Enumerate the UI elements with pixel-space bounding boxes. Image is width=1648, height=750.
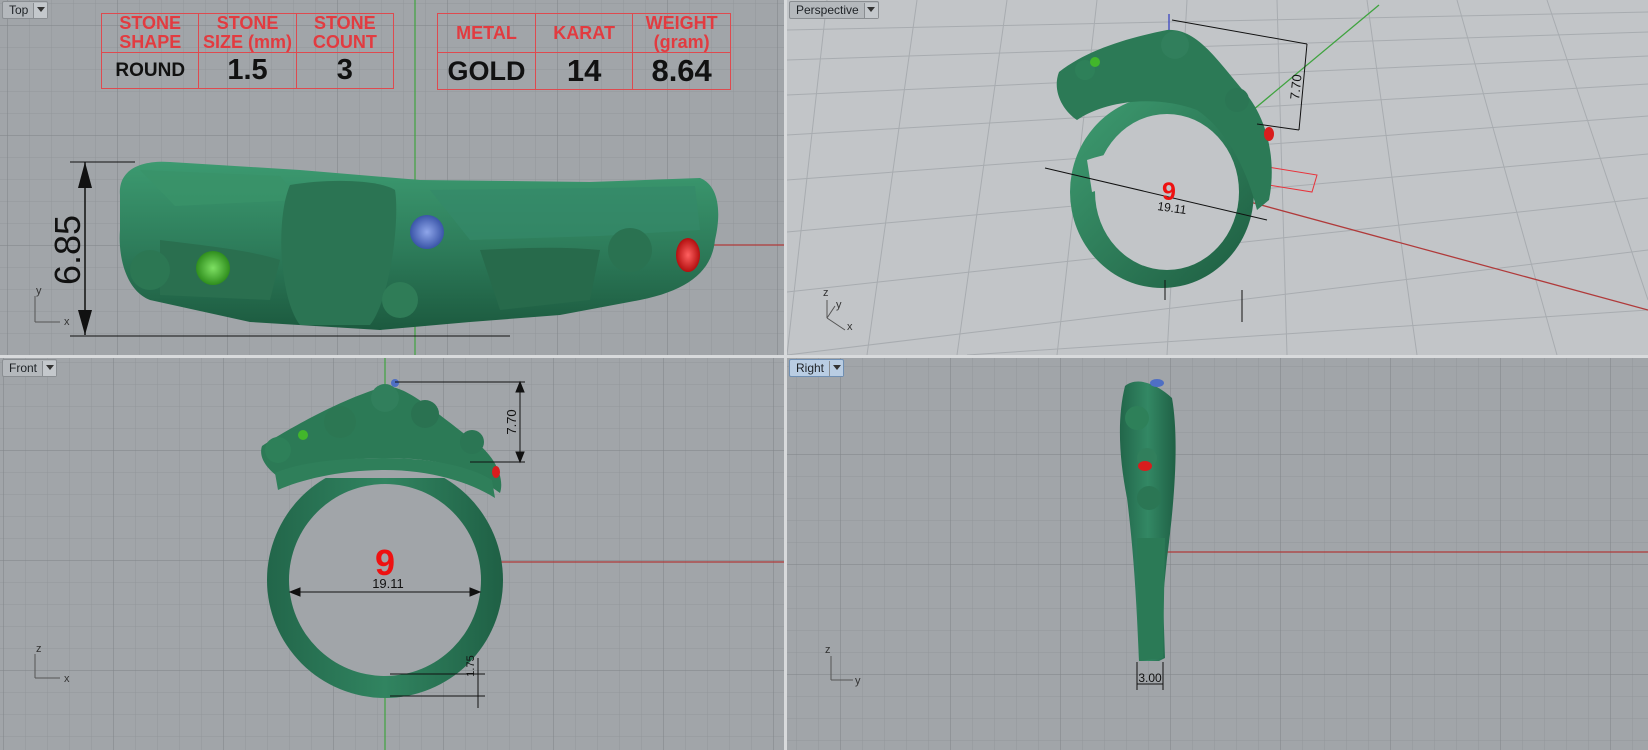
svg-text:y: y <box>836 299 842 311</box>
chevron-down-icon[interactable] <box>829 360 844 376</box>
value-karat: 14 <box>535 52 634 90</box>
value-metal: GOLD <box>436 52 537 90</box>
red-stone[interactable] <box>676 238 700 272</box>
shank-thickness-label: 1.75 <box>465 655 477 676</box>
green-stone[interactable] <box>196 251 230 285</box>
blue-stone[interactable] <box>391 379 399 387</box>
metal-spec-table: METAL KARAT WEIGHT (gram) GOLD 14 8.64 <box>436 13 731 90</box>
viewport-right[interactable]: 3.00 y z Right <box>787 358 1648 750</box>
value-stone-size: 1.5 <box>198 52 297 89</box>
viewport-perspective[interactable]: 7.70 9 19.11 x y z Perspective <box>787 0 1648 355</box>
value-weight: 8.64 <box>632 52 731 90</box>
value-stone-count: 3 <box>295 52 395 89</box>
red-stone[interactable] <box>492 466 500 478</box>
front-scene: 7.70 9 19.11 1.75 x z <box>0 358 784 750</box>
viewport-perspective-title[interactable]: Perspective <box>790 3 864 18</box>
svg-text:y: y <box>36 285 42 297</box>
viewport-right-label[interactable]: Right <box>789 359 845 377</box>
header-weight: WEIGHT (gram) <box>632 13 731 53</box>
shank-width-label: 3.00 <box>1138 671 1162 685</box>
viewport-top[interactable]: 6.85 x y STONE SHAPE STONE SIZE (mm) STO… <box>0 0 784 355</box>
right-scene: 3.00 y z <box>787 358 1648 750</box>
header-karat: KARAT <box>535 13 634 53</box>
perspective-scene: 7.70 9 19.11 x y z <box>787 0 1648 355</box>
red-stone[interactable] <box>1264 127 1274 141</box>
viewport-right-title[interactable]: Right <box>790 361 829 376</box>
svg-text:x: x <box>847 321 853 333</box>
axis-gizmo-icon: x y z <box>823 287 853 333</box>
stone-spec-table: STONE SHAPE STONE SIZE (mm) STONE COUNT … <box>100 13 395 89</box>
header-stone-shape: STONE SHAPE <box>100 13 200 53</box>
viewport-perspective-label[interactable]: Perspective <box>789 1 879 19</box>
viewport-top-label[interactable]: Top <box>2 1 49 19</box>
header-metal: METAL <box>436 13 537 53</box>
chevron-down-icon[interactable] <box>33 2 48 18</box>
green-stone[interactable] <box>1090 57 1100 67</box>
svg-text:z: z <box>825 644 831 656</box>
header-stone-count: STONE COUNT <box>295 13 395 53</box>
viewport-front-title[interactable]: Front <box>3 361 42 376</box>
head-height-label: 7.70 <box>504 409 519 434</box>
dimension-width-label: 6.85 <box>47 215 88 285</box>
svg-text:z: z <box>36 643 42 655</box>
head-height-label: 7.70 <box>1287 74 1305 101</box>
svg-text:y: y <box>855 675 861 687</box>
header-stone-size: STONE SIZE (mm) <box>198 13 297 53</box>
svg-text:x: x <box>64 316 70 328</box>
value-stone-shape: ROUND <box>100 52 200 89</box>
ring-perspective-model[interactable] <box>1056 29 1272 288</box>
viewport-front-label[interactable]: Front <box>2 359 58 377</box>
viewport-front[interactable]: 7.70 9 19.11 1.75 x z Front <box>0 358 784 750</box>
inner-diameter-label: 19.11 <box>372 576 404 591</box>
svg-text:z: z <box>823 287 829 299</box>
red-stone[interactable] <box>1138 461 1152 471</box>
blue-stone[interactable] <box>1150 379 1164 387</box>
chevron-down-icon[interactable] <box>42 360 57 376</box>
green-stone[interactable] <box>298 430 308 440</box>
svg-text:x: x <box>64 673 70 685</box>
chevron-down-icon[interactable] <box>863 2 878 18</box>
viewport-top-title[interactable]: Top <box>3 3 33 18</box>
blue-stone[interactable] <box>410 215 444 249</box>
